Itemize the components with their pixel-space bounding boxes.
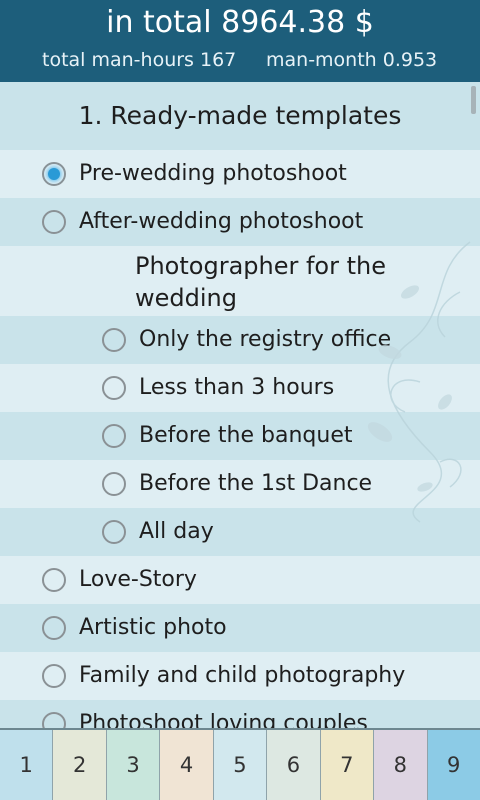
radio-icon[interactable] [102, 472, 126, 496]
total-price: in total 8964.38 $ [106, 5, 374, 40]
option-label: Artistic photo [79, 615, 227, 640]
tab-6[interactable]: 6 [267, 730, 321, 800]
option-row-all-day[interactable]: All day [0, 508, 480, 556]
option-row-family[interactable]: Family and child photography [0, 652, 480, 700]
option-row-banquet[interactable]: Before the banquet [0, 412, 480, 460]
option-label: Love-Story [79, 567, 197, 592]
option-row-love-story[interactable]: Love-Story [0, 556, 480, 604]
man-hours: total man-hours 167 [42, 49, 237, 71]
tab-9[interactable]: 9 [427, 730, 480, 800]
radio-icon[interactable] [102, 376, 126, 400]
radio-icon[interactable] [102, 328, 126, 352]
options-list[interactable]: 1. Ready-made templates Pre-wedding phot… [0, 82, 480, 728]
option-row-pre-wedding[interactable]: Pre-wedding photoshoot [0, 150, 480, 198]
tab-8[interactable]: 8 [374, 730, 428, 800]
option-label: After-wedding photoshoot [79, 209, 364, 234]
group-heading-row: Photographer for the wedding [0, 246, 480, 316]
radio-icon[interactable] [42, 712, 66, 728]
option-label: Pre-wedding photoshoot [79, 161, 347, 186]
man-month: man-month 0.953 [266, 49, 438, 71]
option-label: Family and child photography [79, 663, 406, 688]
tab-bar: 123456789 [0, 728, 480, 800]
section-header: 1. Ready-made templates [0, 82, 480, 150]
tab-4[interactable]: 4 [160, 730, 214, 800]
radio-checked-icon[interactable] [42, 162, 66, 186]
option-row-first-dance[interactable]: Before the 1st Dance [0, 460, 480, 508]
group-heading: Photographer for the wedding [135, 252, 386, 312]
radio-icon[interactable] [42, 568, 66, 592]
option-row-couples[interactable]: Photoshoot loving couples [0, 700, 480, 728]
option-label: Before the banquet [139, 423, 353, 448]
header: in total 8964.38 $ total man-hours 167 m… [0, 0, 480, 82]
option-label: Only the registry office [139, 327, 392, 352]
tab-5[interactable]: 5 [213, 730, 268, 800]
tab-7[interactable]: 7 [320, 730, 375, 800]
radio-icon[interactable] [102, 424, 126, 448]
option-label: Before the 1st Dance [139, 471, 373, 496]
tab-3[interactable]: 3 [106, 730, 161, 800]
radio-icon[interactable] [42, 616, 66, 640]
option-label: All day [139, 519, 214, 544]
radio-icon[interactable] [102, 520, 126, 544]
radio-icon[interactable] [42, 210, 66, 234]
radio-icon[interactable] [42, 664, 66, 688]
option-row-registry[interactable]: Only the registry office [0, 316, 480, 364]
option-row-artistic[interactable]: Artistic photo [0, 604, 480, 652]
option-label: Photoshoot loving couples [79, 711, 368, 728]
section-title: 1. Ready-made templates [78, 101, 402, 130]
scrollbar[interactable] [471, 86, 476, 114]
tab-2[interactable]: 2 [53, 730, 107, 800]
option-row-less-3h[interactable]: Less than 3 hours [0, 364, 480, 412]
tab-1[interactable]: 1 [0, 730, 54, 800]
option-row-after-wedding[interactable]: After-wedding photoshoot [0, 198, 480, 246]
option-label: Less than 3 hours [139, 375, 335, 400]
